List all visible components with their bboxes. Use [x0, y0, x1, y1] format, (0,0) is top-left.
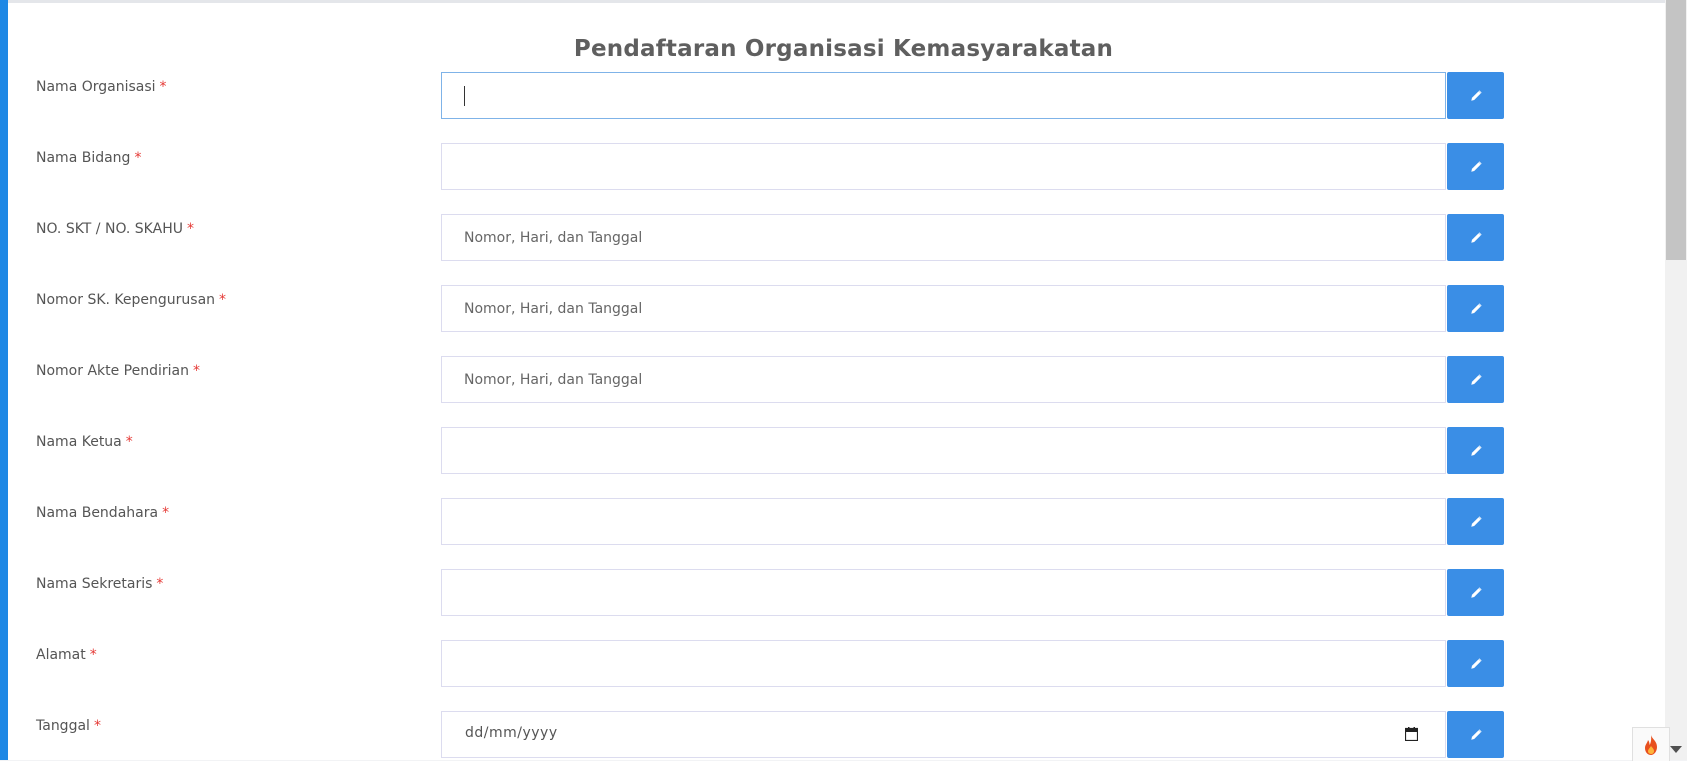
field-label: Nama Ketua * [36, 434, 133, 450]
scroll-down-arrow-icon[interactable] [1670, 746, 1682, 753]
flame-icon [1645, 734, 1657, 755]
nama-bendahara-input[interactable] [441, 498, 1446, 545]
nomor-sk-kepengurusan-input[interactable] [441, 285, 1446, 332]
form-row-no-skt: NO. SKT / NO. SKAHU * [0, 214, 1687, 262]
edit-button[interactable] [1447, 356, 1504, 403]
form-row-nama-ketua: Nama Ketua * [0, 427, 1687, 475]
edit-button[interactable] [1447, 569, 1504, 616]
flame-badge[interactable] [1632, 727, 1670, 761]
required-mark: * [89, 647, 97, 663]
required-mark: * [125, 434, 133, 450]
form-row-nama-bidang: Nama Bidang * [0, 143, 1687, 191]
text-caret [464, 86, 465, 106]
pencil-icon [1470, 373, 1482, 385]
pencil-icon [1470, 160, 1482, 172]
tanggal-date-input[interactable] [441, 711, 1446, 758]
edit-button[interactable] [1447, 640, 1504, 687]
form-row-nama-sekretaris: Nama Sekretaris * [0, 569, 1687, 617]
no-skt-input[interactable] [441, 214, 1446, 261]
nama-sekretaris-input[interactable] [441, 569, 1446, 616]
edit-button[interactable] [1447, 143, 1504, 190]
form-row-tanggal: Tanggal * dd/mm/yyyy [0, 711, 1687, 759]
form-row-nama-organisasi: Nama Organisasi * [0, 72, 1687, 120]
field-label: Tanggal * [36, 718, 101, 734]
field-label: Nama Bendahara * [36, 505, 170, 521]
pencil-icon [1470, 728, 1482, 740]
required-mark: * [156, 576, 164, 592]
nama-bidang-input[interactable] [441, 143, 1446, 190]
field-label: Nama Sekretaris * [36, 576, 164, 592]
field-label: NO. SKT / NO. SKAHU * [36, 221, 194, 237]
required-mark: * [162, 505, 170, 521]
field-label: Nama Bidang * [36, 150, 142, 166]
form-row-nama-bendahara: Nama Bendahara * [0, 498, 1687, 546]
pencil-icon [1470, 515, 1482, 527]
pencil-icon [1470, 444, 1482, 456]
field-label: Nomor SK. Kepengurusan * [36, 292, 227, 308]
required-mark: * [93, 718, 101, 734]
form-row-nomor-sk-kepengurusan: Nomor SK. Kepengurusan * [0, 285, 1687, 333]
calendar-icon[interactable] [1405, 727, 1418, 741]
field-label: Nama Organisasi * [36, 79, 167, 95]
edit-button[interactable] [1447, 427, 1504, 474]
vertical-scrollbar[interactable] [1665, 0, 1687, 760]
pencil-icon [1470, 657, 1482, 669]
required-mark: * [193, 363, 200, 379]
page-title: Pendaftaran Organisasi Kemasyarakatan [573, 36, 1114, 62]
nama-ketua-input[interactable] [441, 427, 1446, 474]
required-mark: * [186, 221, 194, 237]
nama-organisasi-input[interactable] [441, 72, 1446, 119]
pencil-icon [1470, 586, 1482, 598]
edit-button[interactable] [1447, 214, 1504, 261]
pencil-icon [1470, 302, 1482, 314]
edit-button[interactable] [1447, 285, 1504, 332]
date-placeholder: dd/mm/yyyy [465, 725, 558, 741]
required-mark: * [159, 79, 167, 95]
scrollbar-thumb[interactable] [1666, 0, 1686, 260]
field-label: Alamat * [36, 647, 97, 663]
required-mark: * [219, 292, 227, 308]
field-label: Nomor Akte Pendirian * [36, 363, 200, 379]
pencil-icon [1470, 231, 1482, 243]
edit-button[interactable] [1447, 72, 1504, 119]
required-mark: * [134, 150, 142, 166]
nomor-akte-pendirian-input[interactable] [441, 356, 1446, 403]
form-row-nomor-akte-pendirian: Nomor Akte Pendirian * [0, 356, 1687, 404]
pencil-icon [1470, 89, 1482, 101]
alamat-input[interactable] [441, 640, 1446, 687]
edit-button[interactable] [1447, 498, 1504, 545]
form-row-alamat: Alamat * [0, 640, 1687, 688]
edit-button[interactable] [1447, 711, 1504, 758]
